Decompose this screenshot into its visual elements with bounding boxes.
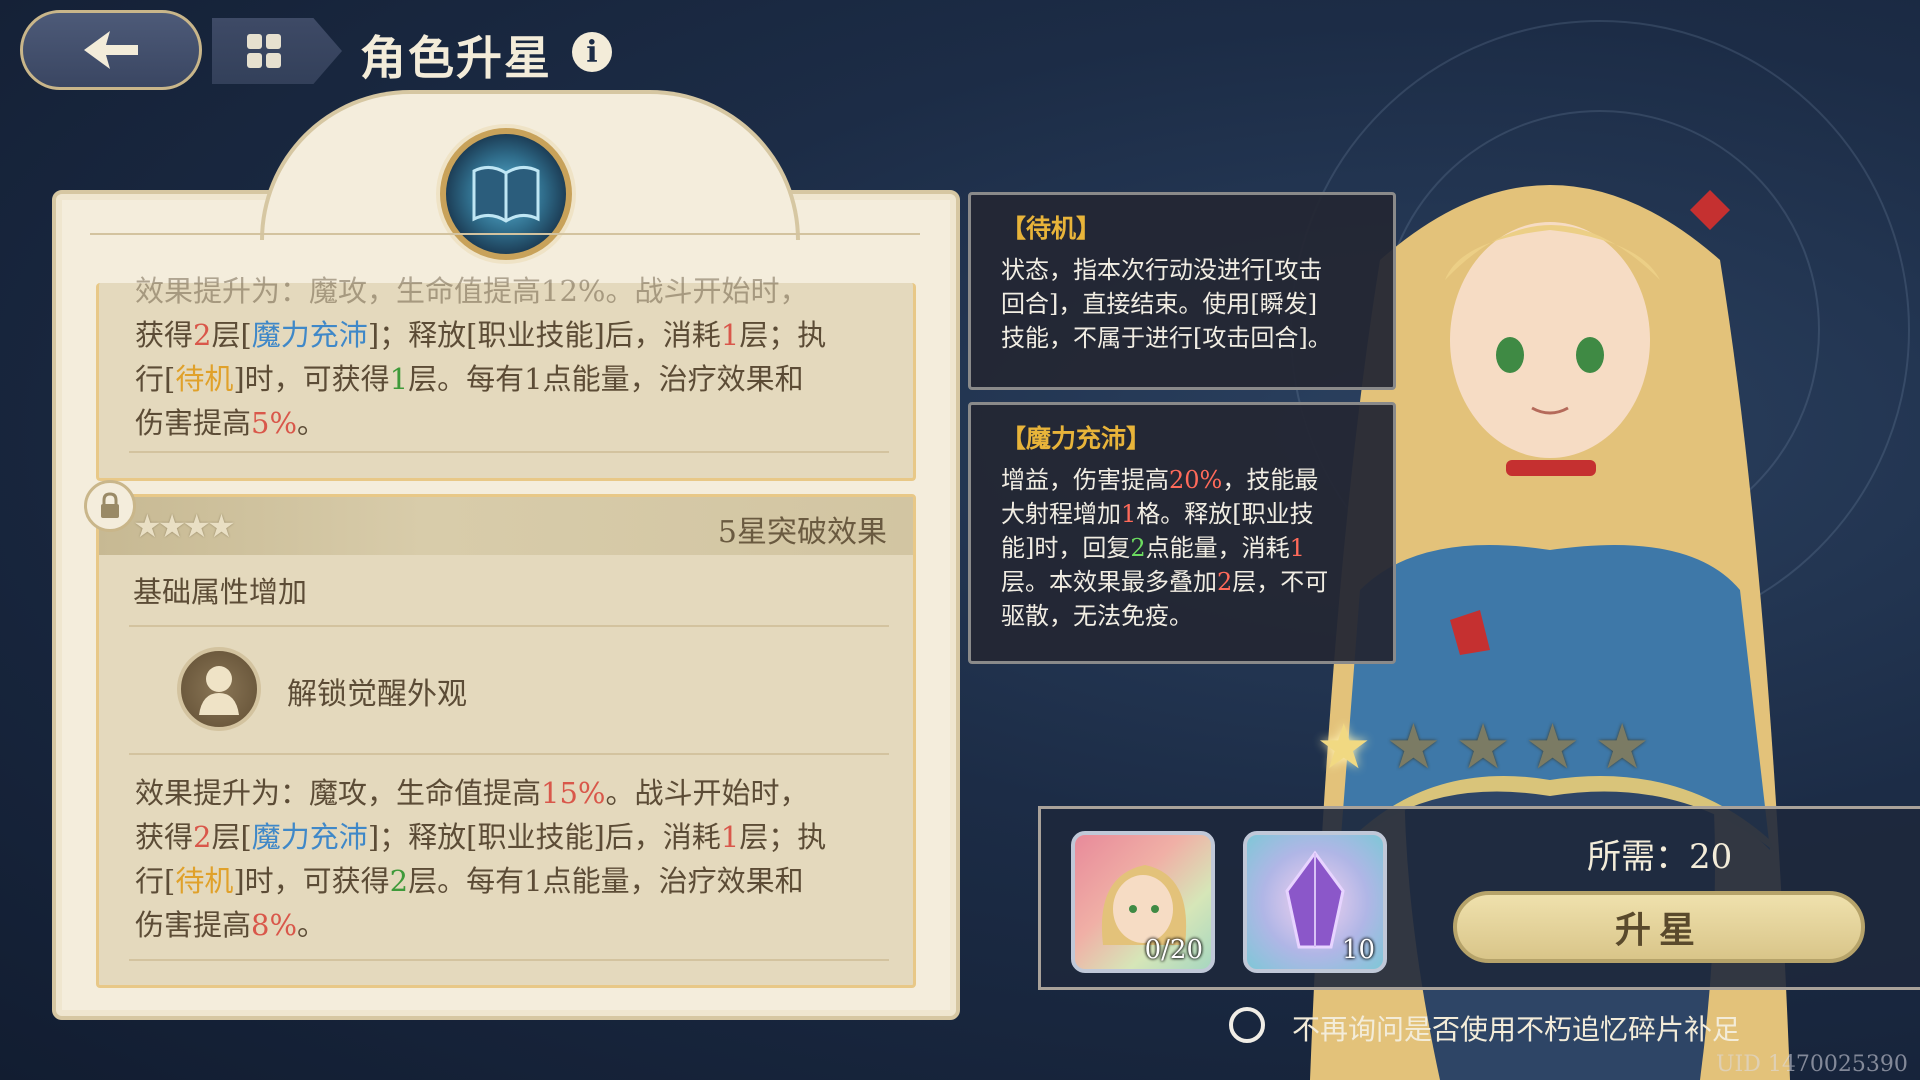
effect-text-line: 获得2层[魔力充沛]；释放[职业技能]后，消耗1层；执 [135,820,827,854]
card-divider [129,625,889,627]
page-title: 角色升星 [360,31,552,85]
effect-text-line: 伤害提高8%。 [135,908,327,942]
tooltip-body: 状态，指本次行动没进行[攻击 回合]，直接结束。使用[瞬发] 技能，不属于进行[… [1001,256,1332,352]
star-header: ★★★★ 5星突破效果 [99,497,913,555]
standby-tooltip: 【待机】 状态，指本次行动没进行[攻击 回合]，直接结束。使用[瞬发] 技能，不… [968,192,1396,390]
book-emblem-icon [440,128,572,260]
star-rating: ★ ★ ★ ★ ★ [1316,716,1650,778]
tooltip-title: 【魔力充沛】 [1001,424,1152,453]
uid-label: UID 1470025390 [1716,1052,1908,1077]
effect-text-line: 行[待机]时，可获得1层。每有1点能量，治疗效果和 [135,362,804,396]
previous-star-effect-card: 效果提升为：魔攻，生命值提高12%。战斗开始时， 获得2层[魔力充沛]；释放[职… [96,274,916,481]
menu-button[interactable] [212,18,342,84]
card-divider [129,959,889,961]
effect-text-line: 效果提升为：魔攻，生命值提高15%。战斗开始时， [135,776,809,810]
star-breakthrough-title: 5星突破效果 [717,515,887,550]
star-icon: ★ [1385,710,1442,783]
character-silhouette-icon [177,647,261,731]
panel-divider [90,233,920,235]
star-icon: ★ [1524,710,1581,783]
upgrade-star-button[interactable]: 升星 [1453,891,1865,963]
fragment-item-slot[interactable]: 0/20 [1071,831,1215,973]
lock-icon [84,480,136,532]
base-attribute-label: 基础属性增加 [133,575,308,609]
star-icon: ★ [1594,710,1650,783]
no-ask-label[interactable]: 不再询问是否使用不朽追忆碎片补足 [1292,1008,1740,1048]
card-divider [129,451,889,453]
standby-keyword-link[interactable]: 待机 [175,864,233,898]
crystal-count: 10 [1341,935,1375,965]
crystal-item-slot[interactable]: 10 [1243,831,1387,973]
star-icon: ★★★★ [133,507,236,545]
required-amount: 所需：20 [1587,837,1733,877]
back-button[interactable] [20,10,202,90]
tooltip-title: 【待机】 [1001,214,1102,243]
menu-grid-icon [247,34,281,68]
unlock-skin-label: 解锁觉醒外观 [287,677,467,712]
effect-text-line: 效果提升为：魔攻，生命值提高12%。战斗开始时， [135,274,809,308]
five-star-effect-card: ★★★★ 5星突破效果 基础属性增加 解锁觉醒外观 效果提升为：魔攻，生命值提高… [96,494,916,988]
mana-keyword-link[interactable]: 魔力充沛 [252,820,368,854]
standby-keyword-link[interactable]: 待机 [175,362,233,396]
info-icon[interactable]: i [572,32,612,72]
upgrade-cost-panel: 0/20 10 所需：20 升星 [1038,806,1920,990]
effect-text-line: 获得2层[魔力充沛]；释放[职业技能]后，消耗1层；执 [135,318,827,352]
effect-text-line: 行[待机]时，可获得2层。每有1点能量，治疗效果和 [135,864,804,898]
star-icon: ★ [1316,710,1372,783]
star-icon: ★ [1455,710,1511,783]
tooltip-body: 增益，伤害提高20%，技能最 大射程增加1格。释放[职业技 能]时，回复2点能量… [1001,466,1329,630]
mana-keyword-link[interactable]: 魔力充沛 [252,318,368,352]
mana-tooltip: 【魔力充沛】 增益，伤害提高20%，技能最 大射程增加1格。释放[职业技 能]时… [968,402,1396,664]
card-divider [129,753,889,755]
back-arrow-icon [84,31,138,69]
effect-text-line: 伤害提高5%。 [135,406,327,440]
fragment-count: 0/20 [1144,935,1203,965]
radio-icon[interactable] [1229,1007,1265,1043]
